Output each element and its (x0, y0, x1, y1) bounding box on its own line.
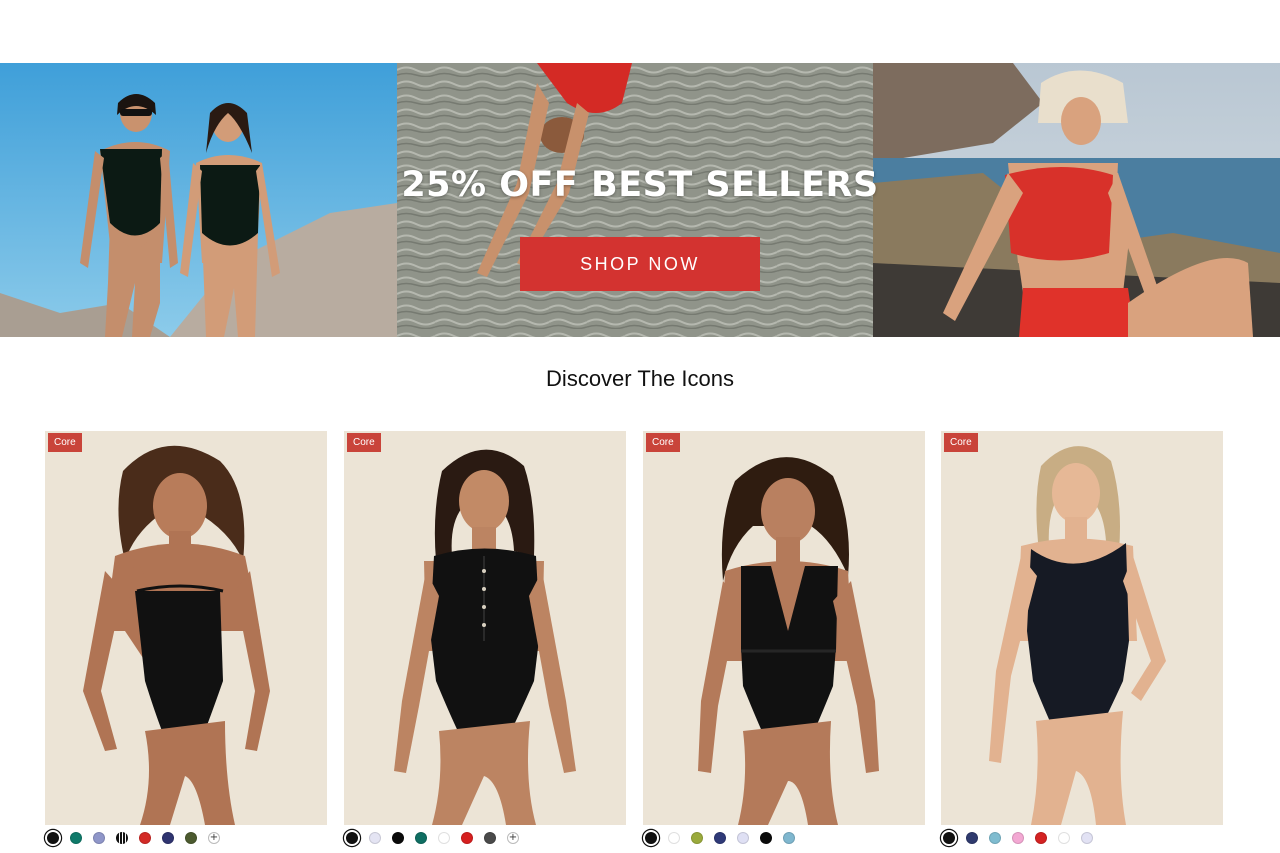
color-swatch[interactable] (116, 832, 128, 844)
color-swatch[interactable] (185, 832, 197, 844)
color-swatch[interactable] (139, 832, 151, 844)
color-swatch[interactable] (392, 832, 404, 844)
color-swatch[interactable] (162, 832, 174, 844)
color-swatch[interactable] (369, 832, 381, 844)
product-image[interactable]: Core (45, 431, 327, 825)
color-swatch[interactable] (93, 832, 105, 844)
color-swatch[interactable] (737, 832, 749, 844)
color-swatch[interactable] (760, 832, 772, 844)
core-badge: Core (646, 433, 680, 452)
color-swatch[interactable] (668, 832, 680, 844)
color-swatch[interactable] (943, 832, 955, 844)
color-swatch[interactable] (783, 832, 795, 844)
color-swatch[interactable] (438, 832, 450, 844)
core-badge: Core (347, 433, 381, 452)
color-swatch[interactable] (47, 832, 59, 844)
more-colors-icon[interactable]: + (208, 832, 220, 844)
color-swatch[interactable] (966, 832, 978, 844)
core-badge: Core (48, 433, 82, 452)
section-title: Discover The Icons (546, 366, 734, 391)
more-colors-icon[interactable]: + (507, 832, 519, 844)
color-swatches: + (344, 832, 626, 844)
color-swatches (941, 832, 1223, 844)
product-card[interactable]: Core + (344, 431, 626, 844)
product-image[interactable]: Core (344, 431, 626, 825)
color-swatch[interactable] (415, 832, 427, 844)
color-swatch[interactable] (461, 832, 473, 844)
product-image[interactable]: Core (941, 431, 1223, 825)
hero-banner[interactable]: 25% OFF BEST SELLERS SHOP NOW (0, 63, 1280, 337)
product-card[interactable]: Core + (45, 431, 327, 844)
color-swatch[interactable] (1081, 832, 1093, 844)
color-swatch[interactable] (691, 832, 703, 844)
color-swatch[interactable] (1012, 832, 1024, 844)
color-swatches (643, 832, 925, 844)
color-swatch[interactable] (70, 832, 82, 844)
product-card[interactable]: Core (941, 431, 1223, 844)
color-swatch[interactable] (989, 832, 1001, 844)
product-image[interactable]: Core (643, 431, 925, 825)
color-swatch[interactable] (484, 832, 496, 844)
core-badge: Core (944, 433, 978, 452)
color-swatch[interactable] (1058, 832, 1070, 844)
color-swatch[interactable] (1035, 832, 1047, 844)
hero-headline: 25% OFF BEST SELLERS (401, 165, 879, 205)
shop-now-button[interactable]: SHOP NOW (520, 237, 760, 291)
product-card[interactable]: Core (643, 431, 925, 844)
color-swatch[interactable] (645, 832, 657, 844)
color-swatch[interactable] (714, 832, 726, 844)
color-swatches: + (45, 832, 327, 844)
color-swatch[interactable] (346, 832, 358, 844)
